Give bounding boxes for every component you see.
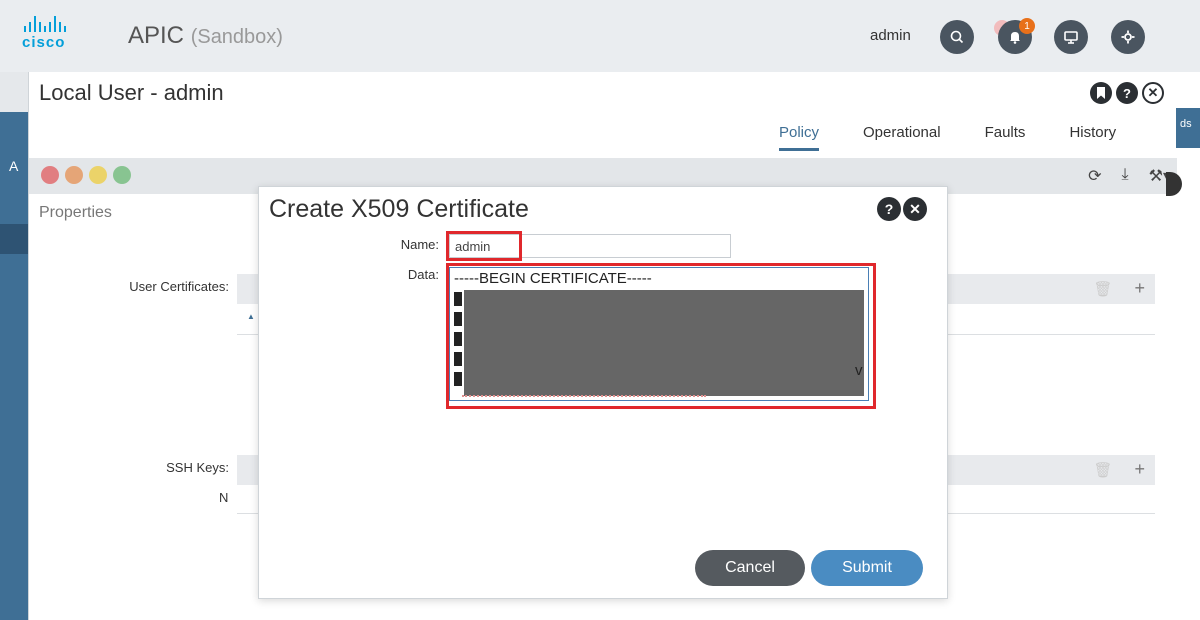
properties-label: Properties — [39, 204, 112, 221]
major-fault-icon[interactable] — [65, 166, 83, 184]
fault-summary — [41, 166, 131, 184]
minor-fault-icon[interactable] — [89, 166, 107, 184]
tab-history[interactable]: History — [1069, 124, 1116, 151]
user-certificates-actions: 🗑 + — [1093, 278, 1145, 299]
cancel-button[interactable]: Cancel — [695, 550, 805, 586]
data-highlight-box — [446, 263, 876, 409]
gear-icon[interactable] — [1111, 20, 1145, 54]
right-edge-text: ds — [1180, 118, 1192, 130]
toolbar-actions: ⟳ ⤓ ⚒▾ — [1088, 166, 1171, 186]
data-label: Data: — [407, 267, 439, 282]
cisco-logo[interactable]: cisco — [22, 16, 86, 56]
environment-label: (Sandbox) — [190, 26, 283, 48]
tab-faults[interactable]: Faults — [985, 124, 1026, 151]
top-bar: cisco APIC (Sandbox) admin 1 — [0, 0, 1200, 72]
add-ssh-key-icon[interactable]: + — [1134, 459, 1145, 480]
display-icon[interactable] — [1054, 20, 1088, 54]
help-icon[interactable]: ? — [1116, 82, 1138, 104]
ssh-keys-actions: 🗑 + — [1093, 459, 1145, 480]
name-label: Name: — [400, 237, 439, 252]
delete-certificate-icon[interactable]: 🗑 — [1093, 280, 1112, 299]
critical-fault-icon[interactable] — [41, 166, 59, 184]
close-icon[interactable]: ✕ — [1142, 82, 1164, 104]
cisco-logo-bars — [24, 16, 86, 32]
dialog-title: Create X509 Certificate — [269, 195, 529, 223]
app-name: APIC — [128, 22, 185, 49]
tab-operational[interactable]: Operational — [863, 124, 941, 151]
refresh-icon[interactable]: ⟳ — [1088, 166, 1101, 186]
user-certificates-label: User Certificates: — [129, 279, 229, 294]
notification-badge: 1 — [1019, 18, 1035, 34]
left-nav-selected[interactable] — [0, 224, 28, 254]
panel-title: Local User - admin — [39, 80, 224, 105]
app-title: APIC (Sandbox) — [128, 22, 283, 50]
right-edge-control — [1166, 172, 1182, 196]
panel-header-icons: ? ✕ — [1090, 82, 1164, 104]
tab-policy[interactable]: Policy — [779, 124, 820, 151]
sort-arrow-icon[interactable]: ▲ — [247, 312, 255, 321]
ssh-keys-column-header[interactable]: N — [219, 490, 228, 505]
close-icon[interactable]: ✕ — [903, 197, 927, 221]
add-certificate-icon[interactable]: + — [1134, 278, 1145, 299]
left-nav-letter: A — [9, 158, 19, 174]
ssh-keys-label: SSH Keys: — [166, 460, 229, 475]
panel-tabs: Policy Operational Faults History — [779, 124, 1116, 151]
warning-fault-icon[interactable] — [113, 166, 131, 184]
dialog-header-icons: ? ✕ — [877, 197, 927, 221]
left-nav-section-lower[interactable] — [0, 254, 28, 620]
name-highlight-box — [446, 231, 522, 261]
bookmark-icon[interactable] — [1090, 82, 1112, 104]
current-user[interactable]: admin — [870, 27, 911, 44]
submit-button[interactable]: Submit — [811, 550, 923, 586]
create-x509-certificate-dialog: Create X509 Certificate ? ✕ Name: Data: … — [258, 186, 948, 599]
delete-ssh-key-icon[interactable]: 🗑 — [1093, 461, 1112, 480]
cisco-wordmark: cisco — [22, 34, 66, 51]
download-icon[interactable]: ⤓ — [1122, 166, 1129, 186]
help-icon[interactable]: ? — [877, 197, 901, 221]
search-icon[interactable] — [940, 20, 974, 54]
